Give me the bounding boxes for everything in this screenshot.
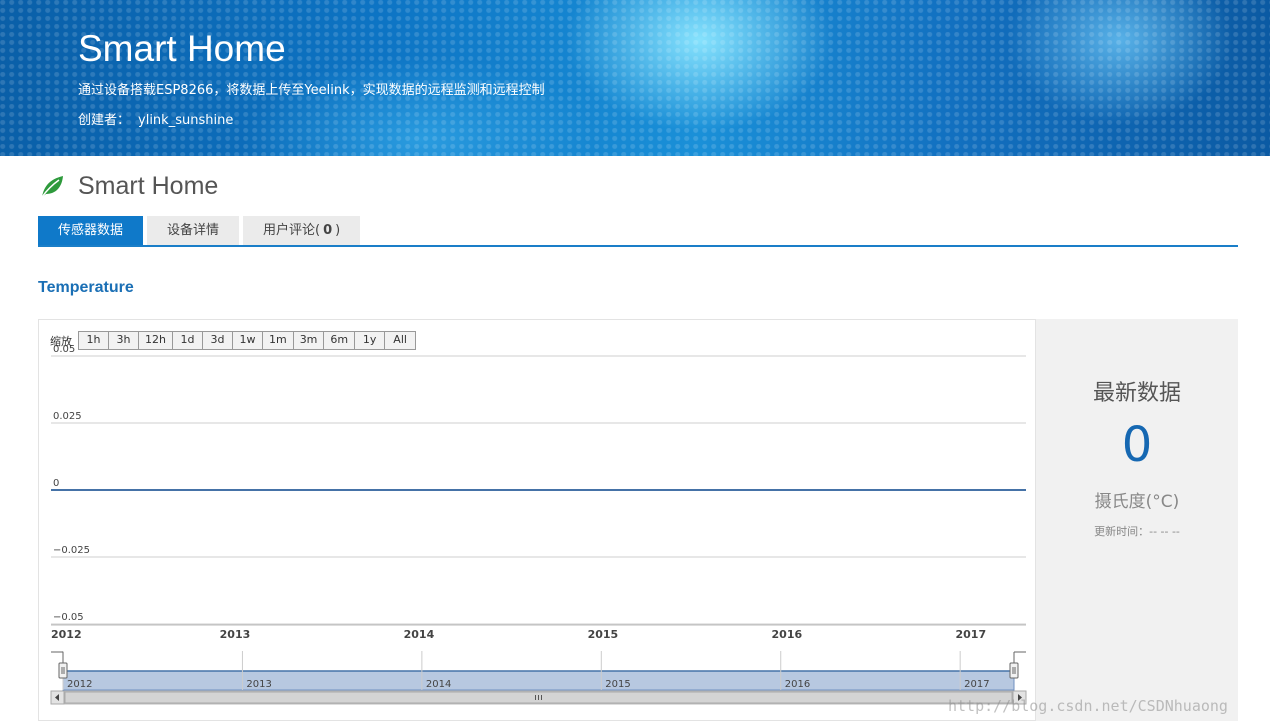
latest-title: 最新数据 [1092, 381, 1181, 406]
watermark: http://blog.csdn.net/CSDNhuaong [948, 697, 1228, 715]
y-tick-label: −0.05 [53, 612, 84, 623]
zoom-button-1d[interactable]: 1d [173, 332, 203, 349]
navigator-tick-label: 2012 [67, 679, 92, 690]
banner-description: 通过设备搭载ESP8266，将数据上传至Yeelink，实现数据的远程监测和远程… [78, 83, 545, 98]
x-tick-label: 2013 [220, 628, 251, 641]
leaf-icon [41, 176, 63, 198]
zoom-label: 缩放 [50, 334, 72, 348]
banner-creator: 创建者： ylink_sunshine [78, 109, 233, 128]
tab-sensor-data[interactable]: 传感器数据 [38, 216, 144, 245]
banner-title: Smart Home [78, 28, 286, 69]
tab-bar: 传感器数据 设备详情 用户评论(0) [38, 216, 1238, 247]
zoom-button-1y[interactable]: 1y [355, 332, 386, 349]
sensor-title: Temperature [38, 279, 134, 296]
comment-count: 0 [323, 223, 333, 238]
latest-update-time: 更新时间：-- -- -- [1094, 525, 1180, 538]
latest-data-panel: 最新数据 0 摄氏度(°C) 更新时间：-- -- -- [1036, 319, 1238, 721]
tab-label-suffix: ) [335, 223, 341, 238]
navigator-left-handle[interactable] [58, 662, 68, 679]
zoom-button-12h[interactable]: 12h [139, 332, 173, 349]
zoom-button-1m[interactable]: 1m [263, 332, 294, 349]
tab-user-comments[interactable]: 用户评论(0) [243, 216, 361, 245]
header-banner: Smart Home 通过设备搭载ESP8266，将数据上传至Yeelink，实… [0, 0, 1270, 156]
zoom-buttons: 1h 3h 12h 1d 3d 1w 1m 3m 6m 1y All [78, 331, 417, 350]
zoom-button-3d[interactable]: 3d [203, 332, 233, 349]
latest-value: 0 [1121, 417, 1153, 473]
creator-name[interactable]: ylink_sunshine [138, 113, 233, 128]
x-tick-label: 2016 [772, 628, 803, 641]
navigator-tick-label: 2013 [246, 679, 271, 690]
y-tick-label: −0.025 [53, 545, 90, 556]
tab-device-details[interactable]: 设备详情 [147, 216, 240, 245]
y-tick-label: 0 [53, 478, 59, 489]
chart-panel: 0.05 0.025 0 −0.025 −0.05 2012 2013 2014 2015 201… [38, 319, 1036, 721]
zoom-button-3h[interactable]: 3h [109, 332, 139, 349]
temperature-chart: 0.050.0250−0.025−0.052012 2013 2014 2015 201… [50, 344, 1027, 705]
zoom-button-6m[interactable]: 6m [324, 332, 356, 349]
zoom-button-3m[interactable]: 3m [294, 332, 325, 349]
zoom-button-1h[interactable]: 1h [79, 332, 109, 349]
tab-label: 传感器数据 [58, 223, 124, 238]
zoom-selector: 缩放 1h 3h 12h 1d 3d 1w 1m 3m 6m 1y All [50, 331, 417, 350]
navigator-tick-label: 2016 [785, 679, 810, 690]
creator-label: 创建者： [78, 113, 131, 128]
y-tick-label: 0.025 [53, 411, 82, 422]
navigator-selection [62, 670, 1015, 691]
navigator-tick-label: 2015 [605, 679, 630, 690]
zoom-button-all[interactable]: All [385, 332, 415, 349]
x-tick-label: 2017 [955, 628, 986, 641]
x-tick-label: 2012 [51, 628, 82, 641]
navigator-tick-label: 2017 [964, 679, 989, 690]
x-tick-label: 2014 [404, 628, 435, 641]
page-heading: Smart Home [38, 170, 218, 202]
latest-unit: 摄氏度(°C) [1094, 492, 1180, 512]
navigator-tick-label: 2014 [426, 679, 451, 690]
page-title: Smart Home [78, 171, 219, 200]
zoom-button-1w[interactable]: 1w [233, 332, 263, 349]
tab-label: 设备详情 [167, 223, 220, 238]
tab-label: 用户评论( [263, 223, 321, 238]
navigator-right-handle[interactable] [1009, 662, 1019, 679]
x-tick-label: 2015 [588, 628, 619, 641]
